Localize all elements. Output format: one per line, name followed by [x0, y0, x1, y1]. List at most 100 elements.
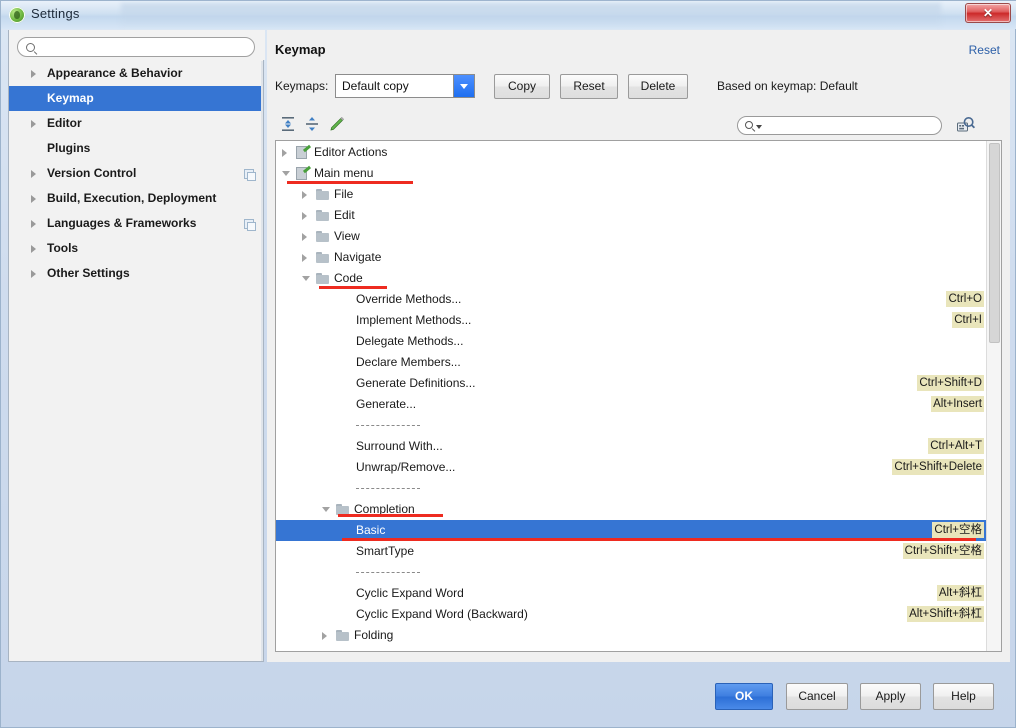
- tree-row-folding[interactable]: Folding: [276, 625, 986, 646]
- chevron-right-icon[interactable]: [31, 170, 36, 178]
- tree-row-navigate[interactable]: Navigate: [276, 247, 986, 268]
- sidebar-item-languages-frameworks[interactable]: Languages & Frameworks: [9, 211, 263, 236]
- action-group-icon: [296, 165, 312, 180]
- tree-row-cyclic-expand-word-backward[interactable]: Cyclic Expand Word (Backward) Alt+Shift+斜…: [276, 604, 986, 625]
- sidebar-item-plugins[interactable]: Plugins: [9, 136, 263, 161]
- tree-row-view[interactable]: View: [276, 226, 986, 247]
- chevron-right-icon[interactable]: [302, 191, 307, 199]
- tree-row-editor-actions[interactable]: Editor Actions: [276, 142, 986, 163]
- chevron-right-icon[interactable]: [302, 212, 307, 220]
- reset-link[interactable]: Reset: [969, 43, 1000, 57]
- sidebar-search-container: [9, 30, 265, 60]
- find-by-shortcut-icon[interactable]: [956, 114, 976, 136]
- tree-vertical-scrollbar[interactable]: [986, 141, 1001, 651]
- sidebar-item-appearance-behavior[interactable]: Appearance & Behavior: [9, 61, 263, 86]
- settings-window: Settings ✕ Appearance & Behavior Keymap Ed…: [0, 0, 1016, 728]
- edit-pencil-icon[interactable]: [328, 115, 346, 133]
- tree-row-label: Folding: [354, 628, 394, 642]
- chevron-right-icon[interactable]: [282, 149, 287, 157]
- reset-keymap-button[interactable]: Reset: [560, 74, 618, 99]
- tree-row-label: Declare Members...: [356, 355, 461, 369]
- chevron-right-icon[interactable]: [31, 270, 36, 278]
- apply-button[interactable]: Apply: [860, 683, 921, 710]
- tree-row-label: Code: [334, 271, 363, 285]
- sidebar-item-editor[interactable]: Editor: [9, 111, 263, 136]
- shortcut-badge: Alt+斜杠: [936, 585, 984, 601]
- tree-scrollbar-thumb[interactable]: [989, 143, 1000, 343]
- chevron-right-icon[interactable]: [322, 632, 327, 640]
- cancel-button[interactable]: Cancel: [786, 683, 848, 710]
- title-bar-background-blur: [121, 3, 941, 27]
- keymap-panel: Keymap Reset Keymaps: Default copy Copy …: [267, 30, 1010, 662]
- keymaps-selected-value: Default copy: [342, 79, 409, 93]
- sidebar-item-build-execution-deployment[interactable]: Build, Execution, Deployment: [9, 186, 263, 211]
- sidebar-item-other-settings[interactable]: Other Settings: [9, 261, 263, 286]
- chevron-down-icon[interactable]: [302, 276, 310, 281]
- copy-button[interactable]: Copy: [494, 74, 550, 99]
- expand-all-icon[interactable]: [279, 115, 297, 133]
- shortcut-badge: Ctrl+空格: [932, 522, 984, 538]
- tree-row-generate-definitions[interactable]: Generate Definitions... Ctrl+Shift+D: [276, 373, 986, 394]
- tree-row-label: Completion: [354, 502, 415, 516]
- tree-row-unwrap-remove[interactable]: Unwrap/Remove... Ctrl+Shift+Delete: [276, 457, 986, 478]
- shortcut-badge: Ctrl+I: [952, 312, 984, 328]
- tree-row-smarttype[interactable]: SmartType Ctrl+Shift+空格: [276, 541, 986, 562]
- collapse-all-icon[interactable]: [303, 115, 321, 133]
- tree-row-basic[interactable]: Basic Ctrl+空格: [276, 520, 986, 541]
- chevron-down-icon[interactable]: [282, 171, 290, 176]
- tree-row-generate[interactable]: Generate... Alt+Insert: [276, 394, 986, 415]
- sidebar-item-version-control[interactable]: Version Control: [9, 161, 263, 186]
- tree-row-label: Editor Actions: [314, 145, 388, 159]
- chevron-down-icon[interactable]: [756, 125, 762, 129]
- chevron-right-icon[interactable]: [31, 195, 36, 203]
- sidebar-scrollbar[interactable]: [261, 61, 263, 661]
- tree-row-label: SmartType: [356, 544, 415, 558]
- chevron-down-icon[interactable]: [322, 507, 330, 512]
- tree-row-label: Basic: [356, 523, 386, 537]
- tree-row-main-menu[interactable]: Main menu: [276, 163, 986, 184]
- help-button[interactable]: Help: [933, 683, 994, 710]
- chevron-down-icon[interactable]: [453, 75, 474, 97]
- sidebar-item-label: Keymap: [47, 91, 94, 105]
- page-title: Keymap: [275, 42, 326, 57]
- chevron-right-icon[interactable]: [302, 254, 307, 262]
- search-input[interactable]: [17, 37, 255, 57]
- chevron-right-icon[interactable]: [302, 233, 307, 241]
- action-group-icon: [296, 144, 312, 159]
- tree-row-file[interactable]: File: [276, 184, 986, 205]
- tree-row-delegate-methods[interactable]: Delegate Methods...: [276, 331, 986, 352]
- sidebar-item-label: Build, Execution, Deployment: [47, 191, 217, 205]
- shortcut-badge: Alt+Insert: [931, 396, 984, 412]
- sidebar-item-tools[interactable]: Tools: [9, 236, 263, 261]
- tree-row-declare-members[interactable]: Declare Members...: [276, 352, 986, 373]
- tree-row-label: Surround With...: [356, 439, 443, 453]
- folder-icon: [336, 504, 349, 515]
- delete-button[interactable]: Delete: [628, 74, 688, 99]
- copy-settings-icon[interactable]: [244, 169, 256, 181]
- chevron-right-icon[interactable]: [31, 70, 36, 78]
- tree-row-cyclic-expand-word[interactable]: Cyclic Expand Word Alt+斜杠: [276, 583, 986, 604]
- chevron-right-icon[interactable]: [31, 220, 36, 228]
- shortcut-badge: Ctrl+Shift+D: [917, 375, 984, 391]
- tree-row-implement-methods[interactable]: Implement Methods... Ctrl+I: [276, 310, 986, 331]
- tree-row-edit[interactable]: Edit: [276, 205, 986, 226]
- shortcut-badge: Ctrl+Shift+空格: [902, 543, 984, 559]
- tree-row-label: Unwrap/Remove...: [356, 460, 456, 474]
- copy-settings-icon[interactable]: [244, 219, 256, 231]
- sidebar-item-label: Appearance & Behavior: [47, 66, 183, 80]
- sidebar-item-label: Editor: [47, 116, 82, 130]
- chevron-right-icon[interactable]: [31, 245, 36, 253]
- chevron-right-icon[interactable]: [31, 120, 36, 128]
- sidebar-item-keymap[interactable]: Keymap: [9, 86, 263, 111]
- tree-row-label: Edit: [334, 208, 355, 222]
- tree-row-label: View: [334, 229, 360, 243]
- ok-button[interactable]: OK: [715, 683, 773, 710]
- keymaps-select[interactable]: Default copy: [335, 74, 475, 98]
- tree-row-override-methods[interactable]: Override Methods... Ctrl+O: [276, 289, 986, 310]
- filter-actions-input[interactable]: [737, 116, 942, 135]
- close-button[interactable]: ✕: [965, 3, 1011, 23]
- tree-row-label: Delegate Methods...: [356, 334, 464, 348]
- tree-row-surround-with[interactable]: Surround With... Ctrl+Alt+T: [276, 436, 986, 457]
- tree-row-code[interactable]: Code: [276, 268, 986, 289]
- tree-row-completion[interactable]: Completion: [276, 499, 986, 520]
